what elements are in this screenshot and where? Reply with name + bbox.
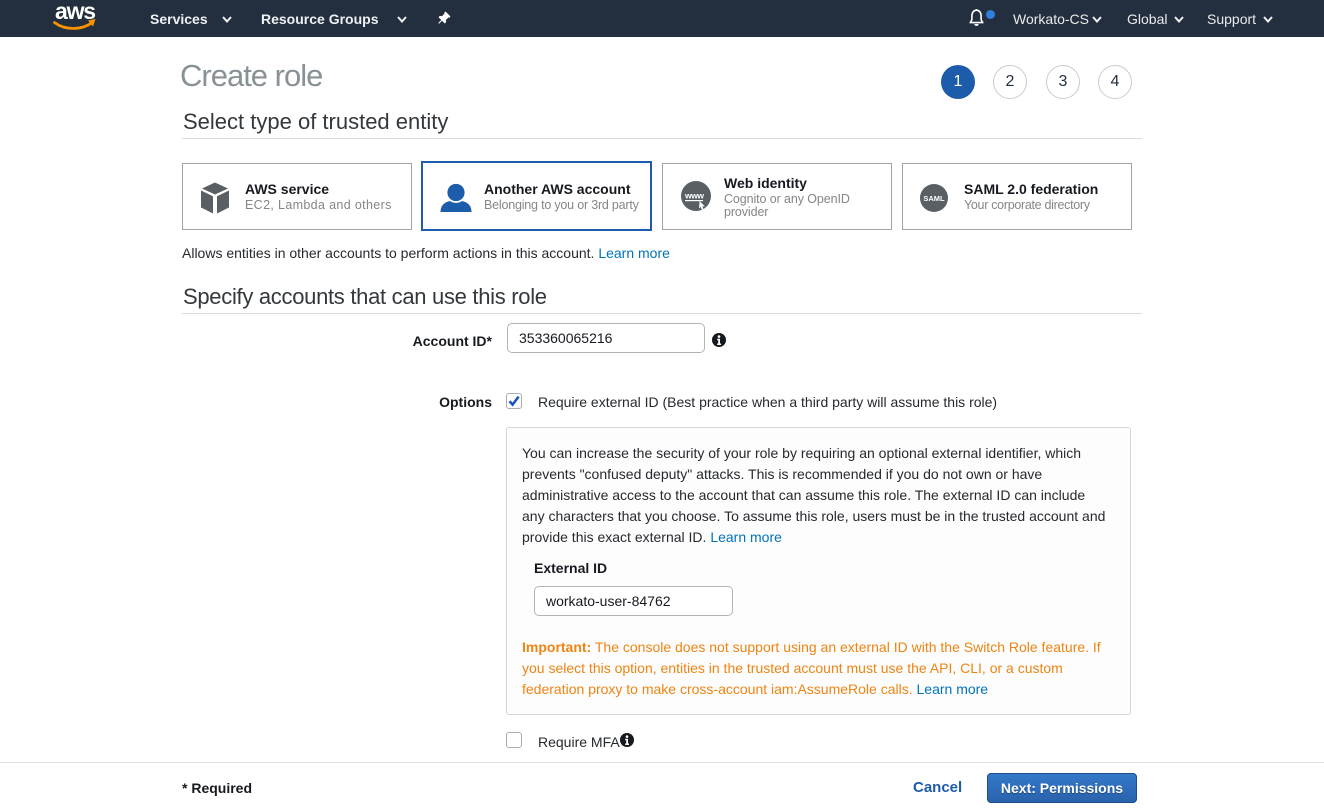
svg-text:SAML: SAML bbox=[923, 194, 945, 203]
svg-text:www: www bbox=[684, 191, 704, 201]
